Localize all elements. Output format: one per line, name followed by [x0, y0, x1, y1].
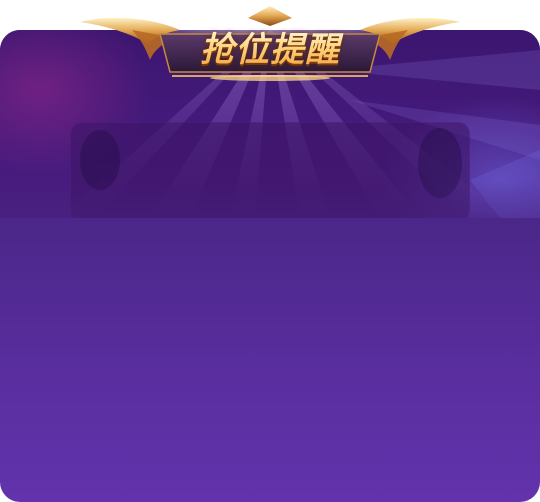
reminder-dialog-panel	[0, 30, 540, 502]
dialog-title: 抢位提醒	[72, 30, 468, 70]
hero-bottom-fade	[0, 180, 540, 218]
title-badge: 抢位提醒	[72, 0, 468, 92]
popup-stage: 抢位提醒	[0, 0, 540, 502]
